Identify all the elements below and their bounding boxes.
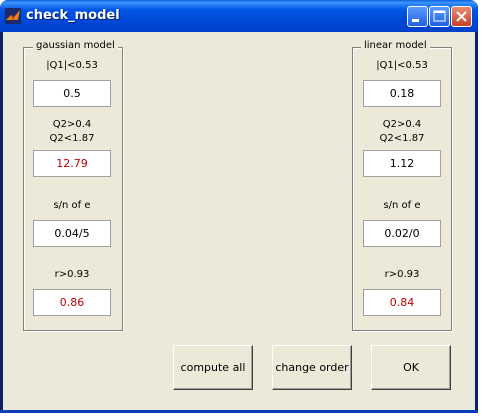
ok-button[interactable]: OK	[371, 345, 451, 390]
gaussian-q2-label-min: Q2>0.4	[52, 119, 92, 130]
maximize-icon	[433, 10, 446, 22]
linear-r-field[interactable]: 0.84	[363, 289, 441, 316]
gaussian-q1-field[interactable]: 0.5	[33, 80, 111, 107]
linear-q2-field[interactable]: 1.12	[363, 150, 441, 177]
linear-r-label: r>0.93	[384, 269, 420, 280]
linear-q2-label-min: Q2>0.4	[382, 119, 422, 130]
minimize-icon	[412, 19, 419, 22]
gaussian-q1-label: |Q1|<0.53	[46, 60, 98, 71]
dialog-content: gaussian model |Q1|<0.53 0.5 Q2>0.4 Q2<1…	[3, 32, 475, 410]
linear-model-title: linear model	[361, 40, 430, 51]
change-order-button[interactable]: change order	[272, 345, 352, 390]
gaussian-r-field[interactable]: 0.86	[33, 289, 111, 316]
linear-q1-field[interactable]: 0.18	[363, 80, 441, 107]
gaussian-sn-field[interactable]: 0.04/5	[33, 220, 111, 247]
matlab-icon	[5, 8, 21, 24]
gaussian-model-title: gaussian model	[33, 40, 118, 51]
close-button[interactable]	[451, 6, 472, 27]
compute-all-button[interactable]: compute all	[173, 345, 253, 390]
linear-sn-field[interactable]: 0.02/0	[363, 220, 441, 247]
title-bar[interactable]: check_model	[0, 0, 478, 32]
window-frame-bottom	[0, 410, 478, 413]
gaussian-r-label: r>0.93	[54, 269, 90, 280]
window-title: check_model	[26, 8, 120, 23]
minimize-button[interactable]	[407, 6, 428, 27]
gaussian-q2-label-max: Q2<1.87	[49, 133, 95, 144]
linear-q2-label-max: Q2<1.87	[379, 133, 425, 144]
maximize-button[interactable]	[429, 6, 450, 27]
linear-q1-label: |Q1|<0.53	[376, 60, 428, 71]
dialog-window: check_model gaussian model |Q1|<0.53 0.5…	[0, 0, 478, 413]
gaussian-q2-field[interactable]: 12.79	[33, 150, 111, 177]
linear-sn-label: s/n of e	[383, 200, 421, 211]
gaussian-sn-label: s/n of e	[53, 200, 91, 211]
close-icon	[456, 11, 467, 22]
